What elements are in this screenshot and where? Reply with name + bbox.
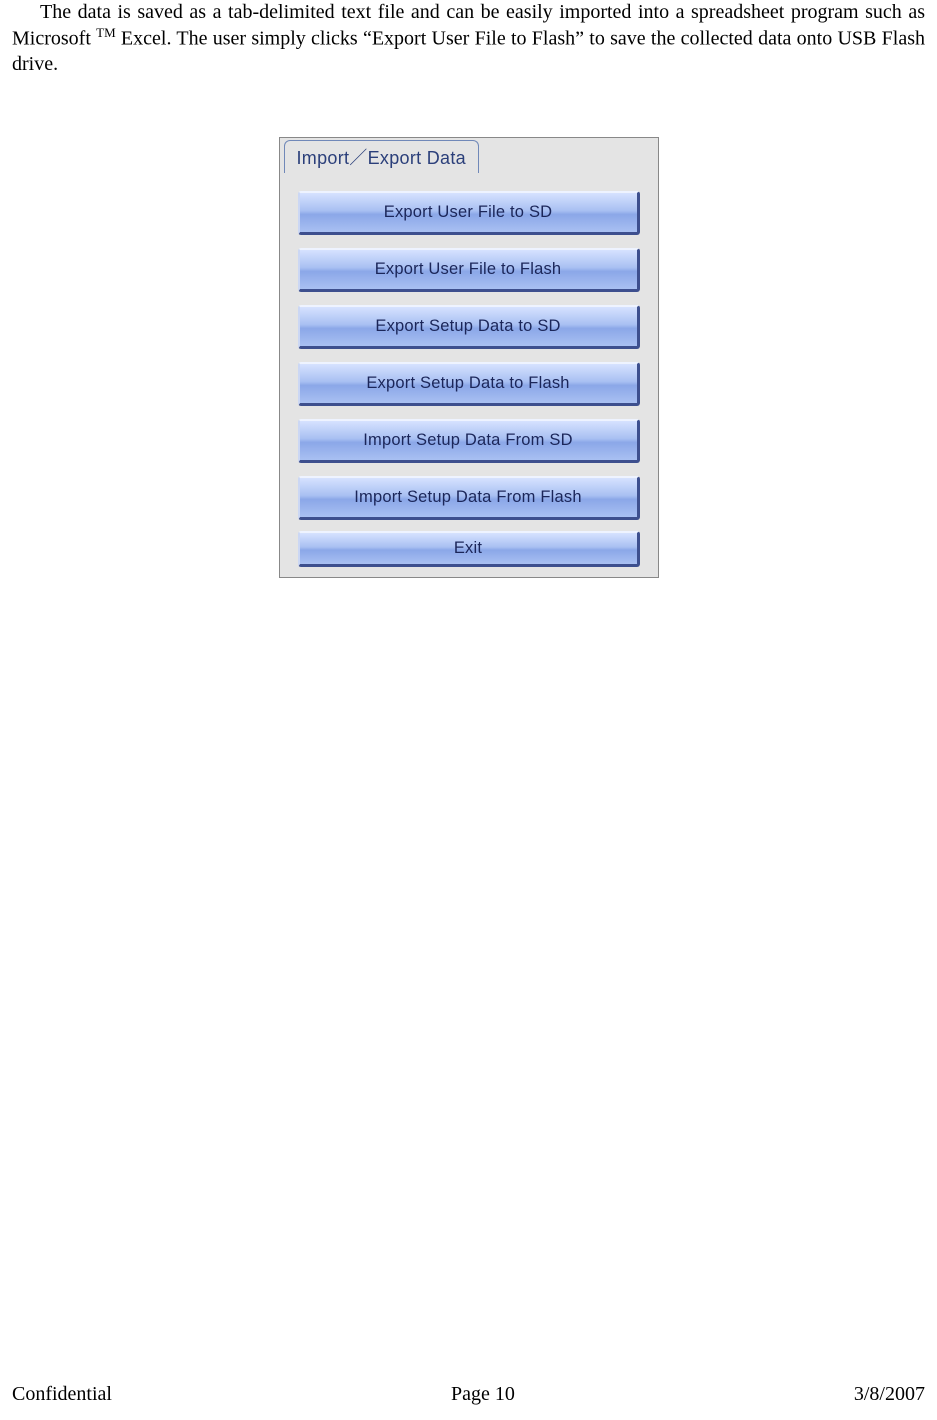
export-setup-data-flash-button[interactable]: Export Setup Data to Flash	[298, 362, 640, 406]
exit-button[interactable]: Exit	[298, 531, 640, 567]
footer-left: Confidential	[12, 1383, 112, 1406]
button-list: Export User File to SD Export User File …	[280, 173, 658, 571]
page-footer: Confidential Page 10 3/8/2007	[10, 1383, 927, 1406]
import-setup-data-flash-button[interactable]: Import Setup Data From Flash	[298, 476, 640, 520]
footer-right: 3/8/2007	[854, 1383, 925, 1406]
export-user-file-sd-button[interactable]: Export User File to SD	[298, 191, 640, 235]
export-user-file-flash-button[interactable]: Export User File to Flash	[298, 248, 640, 292]
export-setup-data-sd-button[interactable]: Export Setup Data to SD	[298, 305, 640, 349]
figure-container: Import／Export Data Export User File to S…	[10, 137, 927, 578]
footer-center: Page 10	[451, 1383, 515, 1406]
tab-row: Import／Export Data	[280, 138, 658, 173]
tab-import-export[interactable]: Import／Export Data	[284, 140, 479, 173]
import-setup-data-sd-button[interactable]: Import Setup Data From SD	[298, 419, 640, 463]
paragraph-post: Excel. The user simply clicks “Export Us…	[12, 28, 925, 75]
trademark-superscript: TM	[96, 25, 116, 40]
body-paragraph: The data is saved as a tab-delimited tex…	[10, 0, 927, 77]
import-export-panel: Import／Export Data Export User File to S…	[279, 137, 659, 578]
